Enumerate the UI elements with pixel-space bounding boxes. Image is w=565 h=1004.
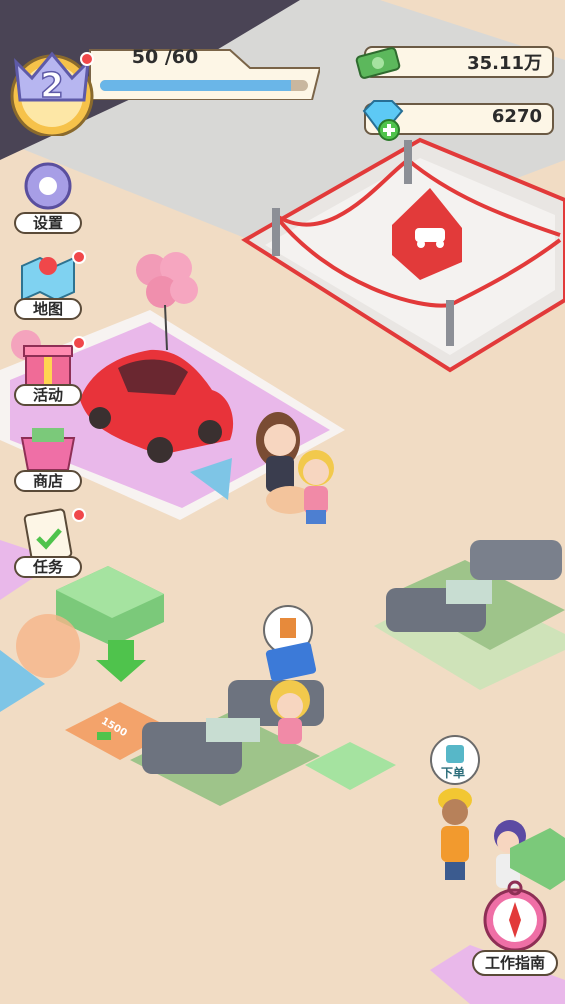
events-label: 活动 [14, 384, 82, 406]
order-bubble-label: 下单 [441, 766, 466, 780]
game-scene [0, 0, 565, 1004]
gem-counter[interactable]: 6270 [340, 100, 554, 141]
settings-button[interactable]: 设置 [12, 162, 84, 234]
work-guide-button[interactable]: 工作指南 [470, 880, 560, 976]
xp-fill [100, 80, 292, 91]
xp-counter: 50 /60 [131, 46, 199, 68]
shop-label: 商店 [14, 470, 82, 492]
level-number: 2 [39, 65, 64, 107]
map-label: 地图 [14, 298, 82, 320]
add-gems-icon[interactable] [378, 119, 400, 141]
tasks-label: 任务 [14, 556, 82, 578]
money-value: 35.11万 [467, 53, 542, 74]
shop-button[interactable]: 商店 [12, 420, 84, 492]
tasks-alert-dot [72, 508, 86, 522]
drink-request-bubble[interactable] [263, 605, 317, 682]
xp-track [100, 80, 308, 91]
money-counter[interactable]: 35.11万 [340, 44, 554, 80]
gem-value: 6270 [491, 106, 542, 127]
settings-label: 设置 [14, 212, 82, 234]
compass-icon [483, 880, 547, 952]
map-alert-dot [72, 250, 86, 264]
shop-basket-icon [20, 428, 76, 471]
cash-icon [355, 47, 401, 79]
work-guide-label: 工作指南 [472, 950, 558, 976]
gear-icon [24, 162, 72, 210]
events-alert-dot [72, 336, 86, 350]
level-alert-dot [80, 52, 94, 66]
